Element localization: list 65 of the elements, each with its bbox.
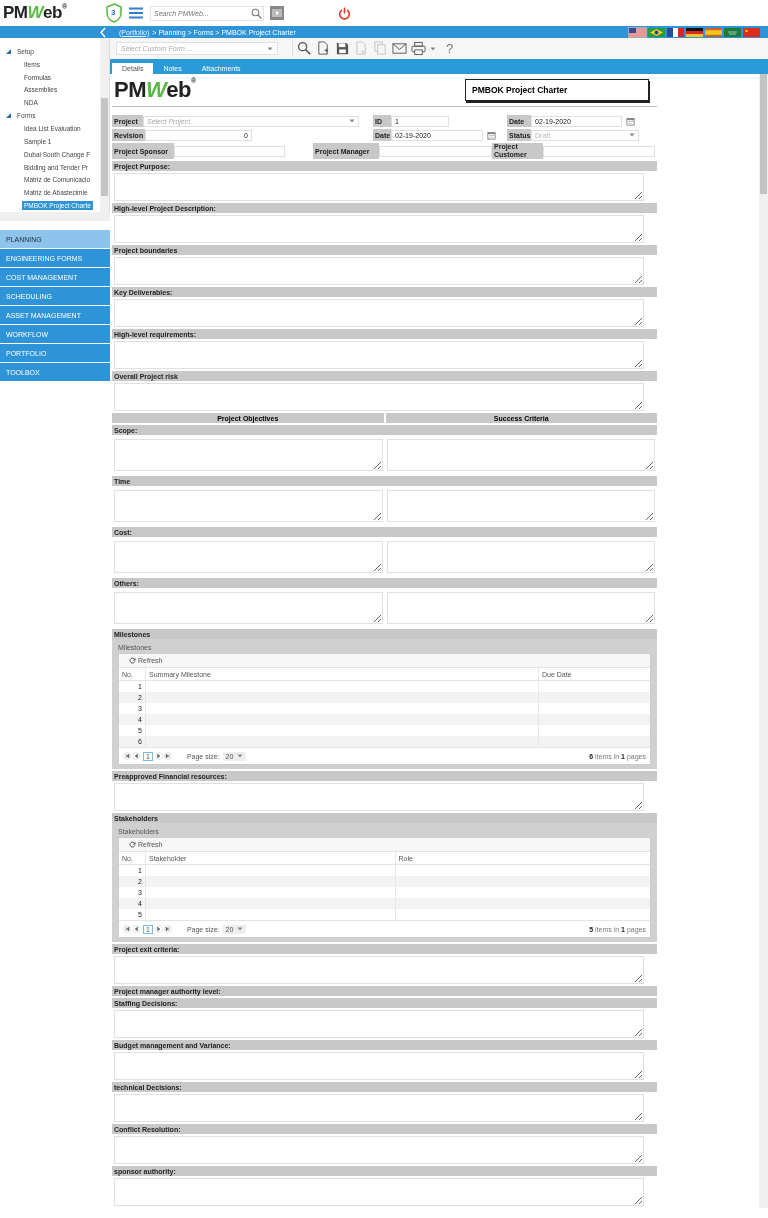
text-area[interactable] bbox=[114, 438, 383, 471]
caret-icon bbox=[267, 46, 273, 51]
flag-icon[interactable] bbox=[648, 27, 665, 37]
text-area[interactable] bbox=[114, 215, 644, 243]
expand-triangle-icon[interactable] bbox=[6, 48, 11, 54]
notification-count: 3 bbox=[111, 8, 116, 17]
text-area[interactable] bbox=[114, 1010, 644, 1038]
text-area[interactable] bbox=[386, 489, 655, 522]
calendar-icon[interactable] bbox=[626, 116, 635, 126]
text-area[interactable] bbox=[114, 257, 644, 285]
text-area[interactable] bbox=[114, 1094, 644, 1122]
text-area[interactable] bbox=[114, 783, 644, 811]
customer-field[interactable] bbox=[543, 145, 655, 157]
scrollbar[interactable] bbox=[0, 212, 110, 221]
text-area[interactable] bbox=[114, 1178, 644, 1206]
last-page-icon[interactable] bbox=[163, 752, 172, 760]
text-area[interactable] bbox=[386, 540, 655, 573]
refresh-icon[interactable] bbox=[129, 841, 136, 848]
text-area[interactable] bbox=[386, 438, 655, 471]
scrollbar[interactable] bbox=[759, 74, 768, 1208]
next-page-icon[interactable] bbox=[154, 752, 163, 760]
printer-icon[interactable] bbox=[411, 41, 426, 56]
manager-field[interactable] bbox=[379, 145, 492, 157]
shield-icon[interactable] bbox=[105, 3, 123, 23]
text-area[interactable] bbox=[114, 591, 383, 624]
text-area[interactable] bbox=[114, 540, 383, 573]
film-icon[interactable] bbox=[270, 6, 284, 20]
caret-icon bbox=[430, 46, 436, 51]
form-title: PMBOK Project Charter bbox=[465, 79, 649, 101]
text-area[interactable] bbox=[114, 956, 644, 984]
text-area[interactable] bbox=[114, 1136, 644, 1164]
calendar-icon[interactable] bbox=[487, 130, 496, 140]
caret-icon bbox=[349, 119, 355, 123]
caret-icon bbox=[237, 754, 244, 758]
text-area[interactable] bbox=[386, 591, 655, 624]
back-chevron-icon[interactable] bbox=[99, 26, 107, 38]
last-page-icon[interactable] bbox=[163, 925, 172, 933]
scrollbar[interactable] bbox=[100, 38, 109, 212]
text-area[interactable] bbox=[114, 341, 644, 369]
search-icon[interactable] bbox=[251, 7, 262, 19]
power-icon[interactable] bbox=[338, 6, 351, 20]
text-area[interactable] bbox=[114, 489, 383, 522]
first-page-icon[interactable] bbox=[123, 925, 131, 933]
text-area[interactable] bbox=[114, 383, 644, 411]
text-area[interactable] bbox=[114, 1052, 644, 1080]
expand-triangle-icon[interactable] bbox=[6, 113, 11, 119]
text-area[interactable] bbox=[114, 299, 644, 327]
prev-page-icon[interactable] bbox=[132, 925, 140, 933]
envelope-icon[interactable] bbox=[392, 41, 407, 56]
pmweb-logo: PMWeb$^{®}$ bbox=[3, 3, 68, 23]
new-document-icon[interactable] bbox=[316, 41, 331, 56]
pmweb-logo: PMWeb$^{®}$ bbox=[114, 77, 197, 103]
caret-icon bbox=[237, 927, 244, 931]
search-icon[interactable] bbox=[297, 41, 312, 56]
refresh-icon[interactable] bbox=[129, 657, 136, 664]
flag-icon[interactable] bbox=[667, 27, 684, 37]
help-button[interactable]: ? bbox=[446, 41, 454, 56]
prev-page-icon[interactable] bbox=[132, 752, 140, 760]
sponsor-field[interactable] bbox=[174, 145, 285, 157]
next-page-icon[interactable] bbox=[154, 925, 163, 933]
caret-icon bbox=[629, 133, 635, 137]
first-page-icon[interactable] bbox=[123, 752, 131, 760]
flag-icon[interactable] bbox=[686, 27, 703, 37]
menu-icon[interactable] bbox=[129, 7, 143, 19]
text-area[interactable] bbox=[114, 173, 644, 201]
